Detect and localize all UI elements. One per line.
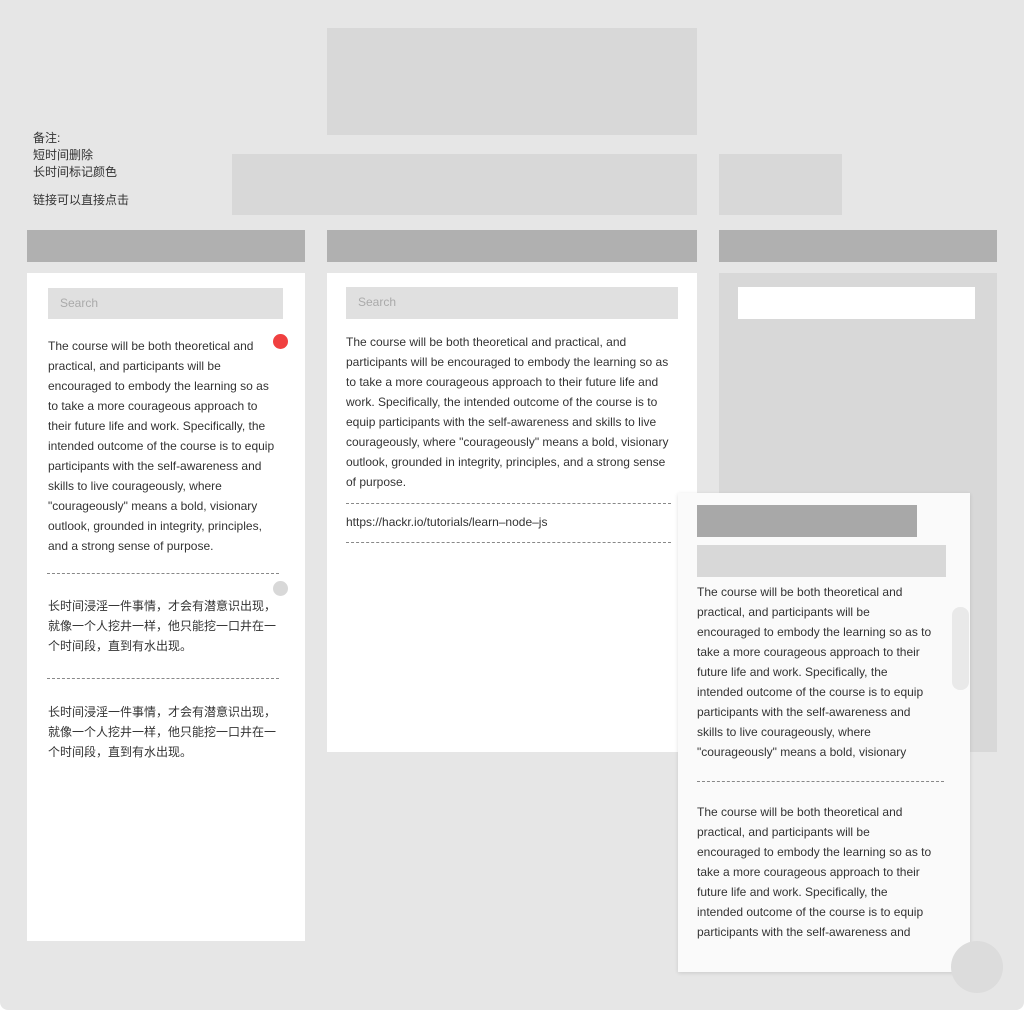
middle-link[interactable]: https://hackr.io/tutorials/learn–node–js — [346, 512, 547, 532]
left-card-2-text: 长时间浸淫一件事情，才会有潜意识出现，就像一个人挖井一样，他只能挖一口井在一个时… — [48, 599, 277, 653]
popup-input-placeholder[interactable] — [697, 545, 946, 577]
notes-line-long-mark: 长时间标记颜色 — [33, 165, 118, 179]
left-divider-2 — [47, 678, 279, 679]
right-search-input[interactable] — [738, 287, 975, 319]
popup-title-bar — [697, 505, 917, 537]
notes-title: 备注: — [33, 131, 61, 145]
middle-card-1-text: The course will be both theoretical and … — [346, 335, 669, 489]
column-header-middle — [327, 230, 697, 262]
status-marker-grey[interactable] — [273, 581, 288, 596]
floating-action-button[interactable] — [951, 941, 1003, 993]
toolbar-placeholder — [232, 154, 697, 215]
middle-divider-1 — [346, 503, 671, 504]
popup-scrollbar-thumb[interactable] — [952, 607, 969, 690]
middle-search-input[interactable]: Search — [346, 287, 678, 319]
left-divider-1 — [47, 573, 279, 574]
side-toolbar-placeholder — [719, 154, 842, 215]
column-header-right — [719, 230, 997, 262]
top-banner-placeholder — [327, 28, 697, 135]
middle-divider-2 — [346, 542, 671, 543]
popup-card-1-text: The course will be both theoretical and … — [697, 585, 932, 759]
notes-line-link-click: 链接可以直接点击 — [33, 193, 130, 207]
popup-divider — [697, 781, 944, 782]
notes-line-short-delete: 短时间删除 — [33, 148, 94, 162]
notes-block: 备注: 短时间删除 长时间标记颜色 链接可以直接点击 — [33, 130, 129, 209]
left-search-input[interactable]: Search — [48, 288, 283, 319]
left-card-1-text: The course will be both theoretical and … — [48, 339, 275, 553]
column-header-left — [27, 230, 305, 262]
left-card-3-text: 长时间浸淫一件事情，才会有潜意识出现，就像一个人挖井一样，他只能挖一口井在一个时… — [48, 705, 277, 759]
popup-card-2-text: The course will be both theoretical and … — [697, 805, 932, 939]
